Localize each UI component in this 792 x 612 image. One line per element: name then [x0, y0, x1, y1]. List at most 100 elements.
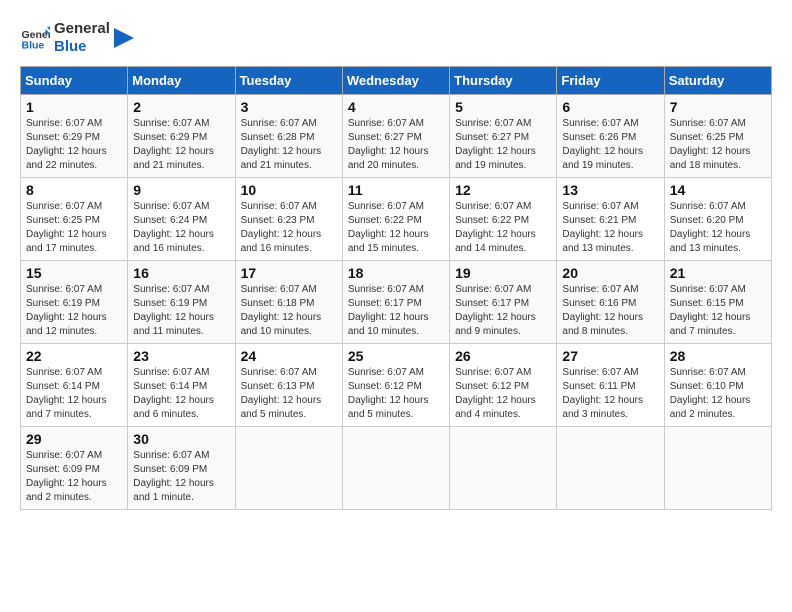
calendar-cell: 5 Sunrise: 6:07 AMSunset: 6:27 PMDayligh… — [450, 95, 557, 178]
calendar-cell: 18 Sunrise: 6:07 AMSunset: 6:17 PMDaylig… — [342, 261, 449, 344]
day-number: 1 — [26, 99, 122, 115]
day-info: Sunrise: 6:07 AMSunset: 6:28 PMDaylight:… — [241, 118, 322, 171]
logo: General Blue General Blue — [20, 20, 134, 56]
calendar-cell: 9 Sunrise: 6:07 AMSunset: 6:24 PMDayligh… — [128, 178, 235, 261]
day-info: Sunrise: 6:07 AMSunset: 6:12 PMDaylight:… — [455, 367, 536, 420]
day-info: Sunrise: 6:07 AMSunset: 6:20 PMDaylight:… — [670, 201, 751, 254]
day-info: Sunrise: 6:07 AMSunset: 6:14 PMDaylight:… — [26, 367, 107, 420]
calendar-cell: 20 Sunrise: 6:07 AMSunset: 6:16 PMDaylig… — [557, 261, 664, 344]
day-number: 21 — [670, 265, 766, 281]
calendar-cell: 15 Sunrise: 6:07 AMSunset: 6:19 PMDaylig… — [21, 261, 128, 344]
calendar-week-5: 29 Sunrise: 6:07 AMSunset: 6:09 PMDaylig… — [21, 427, 772, 510]
day-info: Sunrise: 6:07 AMSunset: 6:29 PMDaylight:… — [26, 118, 107, 171]
calendar-cell: 27 Sunrise: 6:07 AMSunset: 6:11 PMDaylig… — [557, 344, 664, 427]
calendar-cell: 30 Sunrise: 6:07 AMSunset: 6:09 PMDaylig… — [128, 427, 235, 510]
calendar-cell: 11 Sunrise: 6:07 AMSunset: 6:22 PMDaylig… — [342, 178, 449, 261]
day-number: 4 — [348, 99, 444, 115]
day-number: 13 — [562, 182, 658, 198]
day-number: 30 — [133, 431, 229, 447]
calendar-week-4: 22 Sunrise: 6:07 AMSunset: 6:14 PMDaylig… — [21, 344, 772, 427]
calendar-cell: 17 Sunrise: 6:07 AMSunset: 6:18 PMDaylig… — [235, 261, 342, 344]
calendar-table: SundayMondayTuesdayWednesdayThursdayFrid… — [20, 66, 772, 510]
calendar-cell: 21 Sunrise: 6:07 AMSunset: 6:15 PMDaylig… — [664, 261, 771, 344]
calendar-cell: 19 Sunrise: 6:07 AMSunset: 6:17 PMDaylig… — [450, 261, 557, 344]
col-header-sunday: Sunday — [21, 67, 128, 95]
day-number: 7 — [670, 99, 766, 115]
day-number: 28 — [670, 348, 766, 364]
day-number: 20 — [562, 265, 658, 281]
day-info: Sunrise: 6:07 AMSunset: 6:09 PMDaylight:… — [26, 450, 107, 503]
calendar-week-3: 15 Sunrise: 6:07 AMSunset: 6:19 PMDaylig… — [21, 261, 772, 344]
day-info: Sunrise: 6:07 AMSunset: 6:21 PMDaylight:… — [562, 201, 643, 254]
day-number: 14 — [670, 182, 766, 198]
day-info: Sunrise: 6:07 AMSunset: 6:23 PMDaylight:… — [241, 201, 322, 254]
calendar-cell — [664, 427, 771, 510]
day-number: 2 — [133, 99, 229, 115]
day-number: 17 — [241, 265, 337, 281]
day-info: Sunrise: 6:07 AMSunset: 6:25 PMDaylight:… — [670, 118, 751, 171]
day-info: Sunrise: 6:07 AMSunset: 6:17 PMDaylight:… — [348, 284, 429, 337]
day-info: Sunrise: 6:07 AMSunset: 6:24 PMDaylight:… — [133, 201, 214, 254]
calendar-cell: 16 Sunrise: 6:07 AMSunset: 6:19 PMDaylig… — [128, 261, 235, 344]
day-info: Sunrise: 6:07 AMSunset: 6:13 PMDaylight:… — [241, 367, 322, 420]
calendar-cell: 26 Sunrise: 6:07 AMSunset: 6:12 PMDaylig… — [450, 344, 557, 427]
day-info: Sunrise: 6:07 AMSunset: 6:10 PMDaylight:… — [670, 367, 751, 420]
calendar-cell: 14 Sunrise: 6:07 AMSunset: 6:20 PMDaylig… — [664, 178, 771, 261]
day-number: 6 — [562, 99, 658, 115]
day-number: 19 — [455, 265, 551, 281]
calendar-header-row: SundayMondayTuesdayWednesdayThursdayFrid… — [21, 67, 772, 95]
day-number: 16 — [133, 265, 229, 281]
calendar-cell: 1 Sunrise: 6:07 AMSunset: 6:29 PMDayligh… — [21, 95, 128, 178]
calendar-cell: 28 Sunrise: 6:07 AMSunset: 6:10 PMDaylig… — [664, 344, 771, 427]
day-number: 18 — [348, 265, 444, 281]
day-number: 24 — [241, 348, 337, 364]
logo-general: General — [54, 20, 110, 38]
day-number: 29 — [26, 431, 122, 447]
day-info: Sunrise: 6:07 AMSunset: 6:22 PMDaylight:… — [455, 201, 536, 254]
page-header: General Blue General Blue — [20, 20, 772, 56]
day-number: 10 — [241, 182, 337, 198]
svg-text:Blue: Blue — [22, 40, 45, 52]
col-header-monday: Monday — [128, 67, 235, 95]
day-number: 27 — [562, 348, 658, 364]
calendar-week-2: 8 Sunrise: 6:07 AMSunset: 6:25 PMDayligh… — [21, 178, 772, 261]
calendar-cell: 7 Sunrise: 6:07 AMSunset: 6:25 PMDayligh… — [664, 95, 771, 178]
day-number: 12 — [455, 182, 551, 198]
day-number: 23 — [133, 348, 229, 364]
day-info: Sunrise: 6:07 AMSunset: 6:22 PMDaylight:… — [348, 201, 429, 254]
calendar-cell: 6 Sunrise: 6:07 AMSunset: 6:26 PMDayligh… — [557, 95, 664, 178]
day-info: Sunrise: 6:07 AMSunset: 6:17 PMDaylight:… — [455, 284, 536, 337]
day-number: 11 — [348, 182, 444, 198]
calendar-cell: 23 Sunrise: 6:07 AMSunset: 6:14 PMDaylig… — [128, 344, 235, 427]
logo-arrow-icon — [114, 28, 134, 48]
calendar-cell: 24 Sunrise: 6:07 AMSunset: 6:13 PMDaylig… — [235, 344, 342, 427]
day-info: Sunrise: 6:07 AMSunset: 6:27 PMDaylight:… — [348, 118, 429, 171]
day-number: 9 — [133, 182, 229, 198]
day-info: Sunrise: 6:07 AMSunset: 6:27 PMDaylight:… — [455, 118, 536, 171]
col-header-wednesday: Wednesday — [342, 67, 449, 95]
day-info: Sunrise: 6:07 AMSunset: 6:18 PMDaylight:… — [241, 284, 322, 337]
calendar-cell: 2 Sunrise: 6:07 AMSunset: 6:29 PMDayligh… — [128, 95, 235, 178]
logo-icon: General Blue — [20, 23, 50, 53]
day-info: Sunrise: 6:07 AMSunset: 6:11 PMDaylight:… — [562, 367, 643, 420]
day-number: 5 — [455, 99, 551, 115]
calendar-body: 1 Sunrise: 6:07 AMSunset: 6:29 PMDayligh… — [21, 95, 772, 510]
calendar-cell: 25 Sunrise: 6:07 AMSunset: 6:12 PMDaylig… — [342, 344, 449, 427]
calendar-cell: 8 Sunrise: 6:07 AMSunset: 6:25 PMDayligh… — [21, 178, 128, 261]
day-number: 3 — [241, 99, 337, 115]
day-number: 26 — [455, 348, 551, 364]
calendar-cell — [557, 427, 664, 510]
col-header-thursday: Thursday — [450, 67, 557, 95]
calendar-cell: 12 Sunrise: 6:07 AMSunset: 6:22 PMDaylig… — [450, 178, 557, 261]
col-header-saturday: Saturday — [664, 67, 771, 95]
day-number: 15 — [26, 265, 122, 281]
calendar-cell: 10 Sunrise: 6:07 AMSunset: 6:23 PMDaylig… — [235, 178, 342, 261]
calendar-cell: 29 Sunrise: 6:07 AMSunset: 6:09 PMDaylig… — [21, 427, 128, 510]
day-info: Sunrise: 6:07 AMSunset: 6:14 PMDaylight:… — [133, 367, 214, 420]
day-number: 8 — [26, 182, 122, 198]
logo-blue: Blue — [54, 38, 110, 56]
day-info: Sunrise: 6:07 AMSunset: 6:12 PMDaylight:… — [348, 367, 429, 420]
day-info: Sunrise: 6:07 AMSunset: 6:25 PMDaylight:… — [26, 201, 107, 254]
day-info: Sunrise: 6:07 AMSunset: 6:09 PMDaylight:… — [133, 450, 214, 503]
day-number: 25 — [348, 348, 444, 364]
